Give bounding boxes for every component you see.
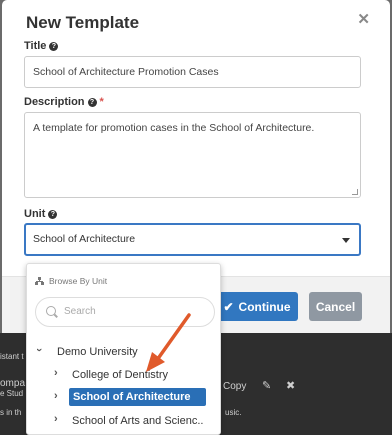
unit-select-value: School of Architecture: [33, 233, 136, 245]
title-label: Title: [24, 40, 47, 52]
description-label-row: Description ? *: [24, 96, 104, 108]
required-marker: *: [99, 96, 104, 108]
resize-handle[interactable]: [352, 189, 358, 195]
background-text: istant t: [0, 352, 24, 361]
help-icon[interactable]: ?: [48, 209, 58, 219]
sitemap-icon: [35, 277, 44, 285]
help-icon[interactable]: ?: [49, 41, 59, 51]
pencil-icon: ✎: [262, 380, 272, 392]
chevron-right-icon[interactable]: ›: [54, 367, 58, 379]
chevron-right-icon[interactable]: ›: [54, 413, 58, 425]
tree-item-school-of-arts-and-sciences[interactable]: School of Arts and Scienc..: [72, 415, 203, 427]
unit-dropdown: Browse By Unit Search › Demo University …: [26, 263, 221, 435]
modal-title: New Template: [26, 13, 140, 32]
continue-button[interactable]: ✔ Continue: [216, 292, 298, 321]
close-icon[interactable]: ✕: [357, 10, 370, 28]
description-textarea[interactable]: A template for promotion cases in the Sc…: [24, 112, 361, 198]
unit-label: Unit: [24, 208, 46, 220]
background-text: usic.: [225, 408, 242, 417]
unit-search-input[interactable]: Search: [35, 297, 215, 327]
dropdown-header-label: Browse By Unit: [49, 276, 108, 286]
background-copy-link: Copy: [223, 381, 247, 392]
help-icon[interactable]: ?: [87, 97, 97, 107]
description-value: A template for promotion cases in the Sc…: [33, 122, 315, 134]
search-icon: [46, 306, 56, 316]
caret-down-icon: [342, 238, 350, 243]
title-input[interactable]: School of Architecture Promotion Cases: [24, 56, 361, 88]
unit-select[interactable]: School of Architecture: [24, 223, 361, 256]
tree-item-college-of-dentistry[interactable]: College of Dentistry: [72, 369, 168, 381]
description-label: Description: [24, 96, 85, 108]
title-label-row: Title ?: [24, 40, 59, 52]
background-text: s in th: [0, 408, 22, 417]
tree-item-demo-university[interactable]: Demo University: [57, 346, 138, 358]
continue-label: Continue: [238, 299, 291, 314]
unit-label-row: Unit ?: [24, 208, 58, 220]
delete-icon: ✖: [286, 380, 296, 392]
cancel-button[interactable]: Cancel: [309, 292, 362, 321]
background-text: e Stud: [0, 389, 24, 398]
chevron-right-icon[interactable]: ›: [54, 390, 58, 402]
check-icon: ✔: [223, 299, 234, 314]
background-text: ompa: [0, 378, 26, 389]
tree-item-school-of-architecture[interactable]: School of Architecture: [69, 388, 206, 406]
search-placeholder: Search: [64, 306, 96, 317]
chevron-down-icon[interactable]: ›: [33, 348, 45, 352]
dropdown-header: Browse By Unit: [35, 276, 107, 286]
